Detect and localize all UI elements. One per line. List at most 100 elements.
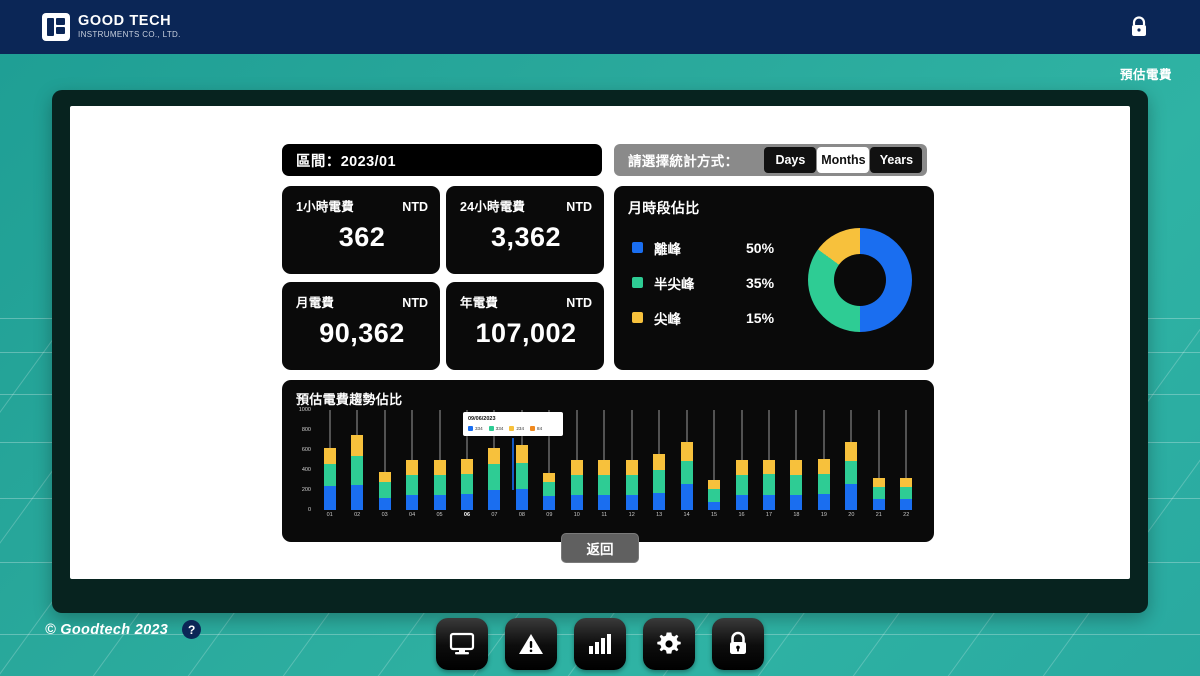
bar-segment bbox=[872, 478, 885, 487]
y-axis-tick: 600 bbox=[301, 447, 311, 453]
kpi-card-yearly: 年電費 NTD 107,002 bbox=[446, 282, 604, 370]
bar-column[interactable]: 22 bbox=[893, 410, 920, 518]
nav-chart-button[interactable] bbox=[574, 618, 626, 670]
bar-chart-icon bbox=[589, 634, 611, 654]
x-axis-tick: 09 bbox=[546, 512, 553, 518]
bar-stem bbox=[713, 410, 715, 480]
bar-column[interactable]: 16 bbox=[728, 410, 755, 518]
bar-segment bbox=[900, 486, 913, 499]
bar-segment bbox=[817, 494, 830, 510]
tooltip-value: 234 bbox=[516, 426, 525, 431]
bar-stem bbox=[905, 410, 907, 478]
bar-stem bbox=[631, 410, 633, 460]
content-panel: 區間：2023/01 請選擇統計方式： Days Months Years 1小… bbox=[70, 106, 1130, 579]
bar-column[interactable]: 11 bbox=[591, 410, 618, 518]
bar-stem bbox=[439, 410, 441, 460]
bottom-navbar bbox=[436, 618, 764, 670]
bar-segment bbox=[406, 474, 419, 495]
bar-segment bbox=[406, 495, 419, 510]
bar-segment bbox=[735, 459, 748, 475]
kpi-unit: NTD bbox=[402, 296, 428, 310]
nav-alarm-button[interactable] bbox=[505, 618, 557, 670]
bar-stack bbox=[900, 478, 913, 510]
x-axis-tick: 17 bbox=[765, 512, 773, 518]
lock-icon[interactable] bbox=[1130, 16, 1148, 38]
bar-column[interactable]: 18 bbox=[783, 410, 810, 518]
bar-stack bbox=[460, 459, 473, 510]
bar-column[interactable]: 05 bbox=[426, 410, 453, 518]
bar-column[interactable]: 02 bbox=[343, 410, 370, 518]
bar-segment bbox=[680, 483, 693, 510]
range-selector[interactable]: 區間：2023/01 bbox=[282, 144, 602, 176]
bar-stack bbox=[872, 478, 885, 510]
bar-segment bbox=[817, 458, 830, 474]
bar-stem bbox=[356, 410, 358, 435]
x-axis-tick: 12 bbox=[628, 512, 635, 518]
bar-segment bbox=[653, 492, 666, 510]
brand-subtitle: INSTRUMENTS CO., LTD. bbox=[78, 30, 181, 40]
bar-segment bbox=[570, 459, 583, 475]
bar-column[interactable]: 12 bbox=[618, 410, 645, 518]
tooltip-value: 84 bbox=[537, 426, 543, 431]
warning-icon bbox=[519, 634, 543, 654]
bar-segment bbox=[433, 459, 446, 475]
bar-column[interactable]: 14 bbox=[673, 410, 700, 518]
bar-segment bbox=[708, 489, 721, 502]
grid-line bbox=[0, 300, 1, 676]
x-axis-tick: 05 bbox=[436, 512, 443, 518]
bar-segment bbox=[708, 480, 721, 489]
bar-segment bbox=[543, 473, 556, 482]
kpi-title: 1小時電費 bbox=[296, 200, 354, 214]
brand-logo: GOOD TECH INSTRUMENTS CO., LTD. bbox=[42, 13, 181, 41]
copyright-text: © Goodtech 2023 bbox=[45, 621, 169, 638]
bar-stem bbox=[576, 410, 578, 460]
bar-stem bbox=[878, 410, 880, 478]
bar-segment bbox=[378, 498, 391, 510]
bar-stack bbox=[323, 448, 336, 510]
help-icon[interactable]: ? bbox=[182, 620, 202, 639]
kpi-unit: NTD bbox=[402, 200, 428, 214]
bar-segment bbox=[817, 473, 830, 494]
tab-days[interactable]: Days bbox=[764, 147, 817, 173]
legend-row: 半尖峰 35% bbox=[632, 269, 774, 296]
bar-segment bbox=[735, 474, 748, 495]
bar-column[interactable]: 20 bbox=[838, 410, 865, 518]
bar-column[interactable]: 03 bbox=[371, 410, 398, 518]
bar-segment bbox=[900, 478, 913, 487]
tooltip-entry: 334 bbox=[468, 426, 483, 431]
bar-stack bbox=[680, 442, 693, 510]
bar-stem bbox=[329, 410, 331, 448]
bar-column[interactable]: 21 bbox=[865, 410, 892, 518]
bar-column[interactable]: 01 bbox=[316, 410, 343, 518]
nav-lock-button[interactable] bbox=[712, 618, 764, 670]
bar-column[interactable]: 04 bbox=[398, 410, 425, 518]
bar-column[interactable]: 10 bbox=[563, 410, 590, 518]
bar-stem bbox=[384, 410, 386, 472]
bar-segment bbox=[460, 474, 473, 494]
kpi-card-hourly: 1小時電費 NTD 362 bbox=[282, 186, 440, 274]
x-axis-tick: 01 bbox=[326, 512, 333, 518]
back-button[interactable]: 返回 bbox=[561, 533, 639, 563]
legend-label: 離峰 bbox=[654, 241, 681, 257]
kpi-value: 362 bbox=[338, 222, 386, 252]
x-axis-tick: 07 bbox=[491, 512, 498, 518]
bar-stack bbox=[488, 448, 501, 510]
tab-years[interactable]: Years bbox=[870, 147, 923, 173]
legend-percent: 35% bbox=[746, 274, 775, 291]
bar-segment bbox=[872, 498, 885, 510]
bar-column[interactable]: 15 bbox=[700, 410, 727, 518]
bar-segment bbox=[708, 502, 721, 510]
bar-stack bbox=[653, 454, 666, 510]
x-axis-tick: 14 bbox=[683, 512, 690, 518]
bar-segment bbox=[378, 482, 391, 498]
bar-column[interactable]: 13 bbox=[645, 410, 672, 518]
bar-segment bbox=[845, 483, 858, 510]
bar-column[interactable]: 17 bbox=[755, 410, 782, 518]
nav-monitor-button[interactable] bbox=[436, 618, 488, 670]
tab-months[interactable]: Months bbox=[817, 147, 870, 173]
kpi-value: 107,002 bbox=[475, 318, 577, 348]
bar-segment bbox=[790, 459, 803, 475]
bar-column[interactable]: 19 bbox=[810, 410, 837, 518]
x-axis-tick: 13 bbox=[656, 512, 663, 518]
nav-settings-button[interactable] bbox=[643, 618, 695, 670]
